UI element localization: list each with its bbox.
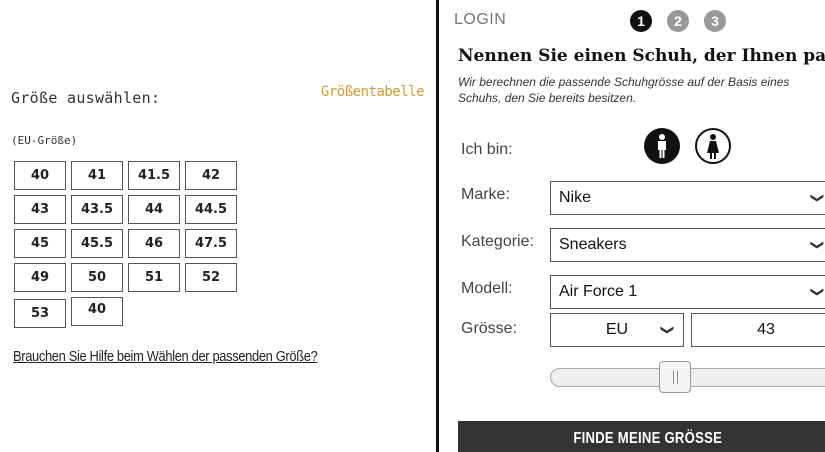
size-option[interactable]: 44 xyxy=(128,195,180,224)
size-option[interactable]: 41.5 xyxy=(128,161,180,190)
login-link[interactable]: LOGIN xyxy=(454,11,506,29)
size-option[interactable]: 41 xyxy=(71,161,123,190)
model-label: Modell: xyxy=(461,280,513,297)
size-value-field[interactable]: 43 xyxy=(691,313,825,347)
brand-label: Marke: xyxy=(461,186,510,203)
size-option[interactable]: 45 xyxy=(14,229,66,258)
size-slider-handle[interactable] xyxy=(658,361,691,393)
chevron-down-icon: ❯ xyxy=(810,286,825,298)
finder-description: Wir berechnen die passende Schuhgrösse a… xyxy=(458,74,825,106)
panel-divider xyxy=(436,0,439,452)
brand-select[interactable]: Nike ❯ xyxy=(550,181,825,215)
size-option[interactable]: 50 xyxy=(71,263,123,292)
female-icon[interactable] xyxy=(695,128,731,164)
size-option[interactable]: 43 xyxy=(14,195,66,224)
size-option[interactable]: 52 xyxy=(185,263,237,292)
description-line: Schuhs, den Sie bereits besitzen. xyxy=(458,91,637,105)
model-select[interactable]: Air Force 1 ❯ xyxy=(550,275,825,309)
step-2-badge: 2 xyxy=(667,10,689,32)
chevron-down-icon: ❯ xyxy=(810,192,825,204)
size-option[interactable]: 40 xyxy=(71,297,123,326)
brand-value: Nike xyxy=(559,189,592,206)
gender-label: Ich bin: xyxy=(461,141,513,158)
size-option[interactable]: 42 xyxy=(185,161,237,190)
size-unit-select[interactable]: EU ❯ xyxy=(550,313,684,347)
chevron-down-icon: ❯ xyxy=(660,324,676,336)
size-table-link[interactable]: Größentabelle xyxy=(321,84,425,100)
step-3-badge: 3 xyxy=(704,10,726,32)
size-option[interactable]: 43.5 xyxy=(71,195,123,224)
size-option[interactable]: 46 xyxy=(128,229,180,258)
category-value: Sneakers xyxy=(559,236,627,253)
category-label: Kategorie: xyxy=(461,233,534,250)
size-label: Grösse: xyxy=(461,320,518,337)
size-selector-panel: Größe auswählen: (EU-Größe) Größentabell… xyxy=(0,0,432,452)
step-1-badge: 1 xyxy=(630,10,652,32)
size-option[interactable]: 44.5 xyxy=(185,195,237,224)
size-finder-panel: LOGIN 1 2 3 Nennen Sie einen Schuh, der … xyxy=(440,0,825,452)
size-help-link[interactable]: Brauchen Sie Hilfe beim Wählen der passe… xyxy=(13,348,318,365)
size-option[interactable]: 45.5 xyxy=(71,229,123,258)
size-subtitle: (EU-Größe) xyxy=(11,134,78,147)
model-value: Air Force 1 xyxy=(559,283,638,300)
finder-heading: Nennen Sie einen Schuh, der Ihnen passt xyxy=(458,46,825,66)
size-option[interactable]: 47.5 xyxy=(185,229,237,258)
unit-value: EU xyxy=(605,321,629,338)
male-icon[interactable] xyxy=(644,128,680,164)
category-select[interactable]: Sneakers ❯ xyxy=(550,228,825,262)
size-option[interactable]: 49 xyxy=(14,263,66,292)
description-line: Wir berechnen die passende Schuhgrösse a… xyxy=(458,75,790,89)
find-size-button[interactable]: FINDE MEINE GRÖSSE xyxy=(458,421,825,452)
size-option[interactable]: 51 xyxy=(128,263,180,292)
chevron-down-icon: ❯ xyxy=(810,239,825,251)
grip-icon xyxy=(672,371,678,384)
size-option[interactable]: 40 xyxy=(14,161,66,190)
size-title: Größe auswählen: xyxy=(11,89,161,107)
find-size-label: FINDE MEINE GRÖSSE xyxy=(573,430,723,447)
size-option[interactable]: 53 xyxy=(14,299,66,328)
